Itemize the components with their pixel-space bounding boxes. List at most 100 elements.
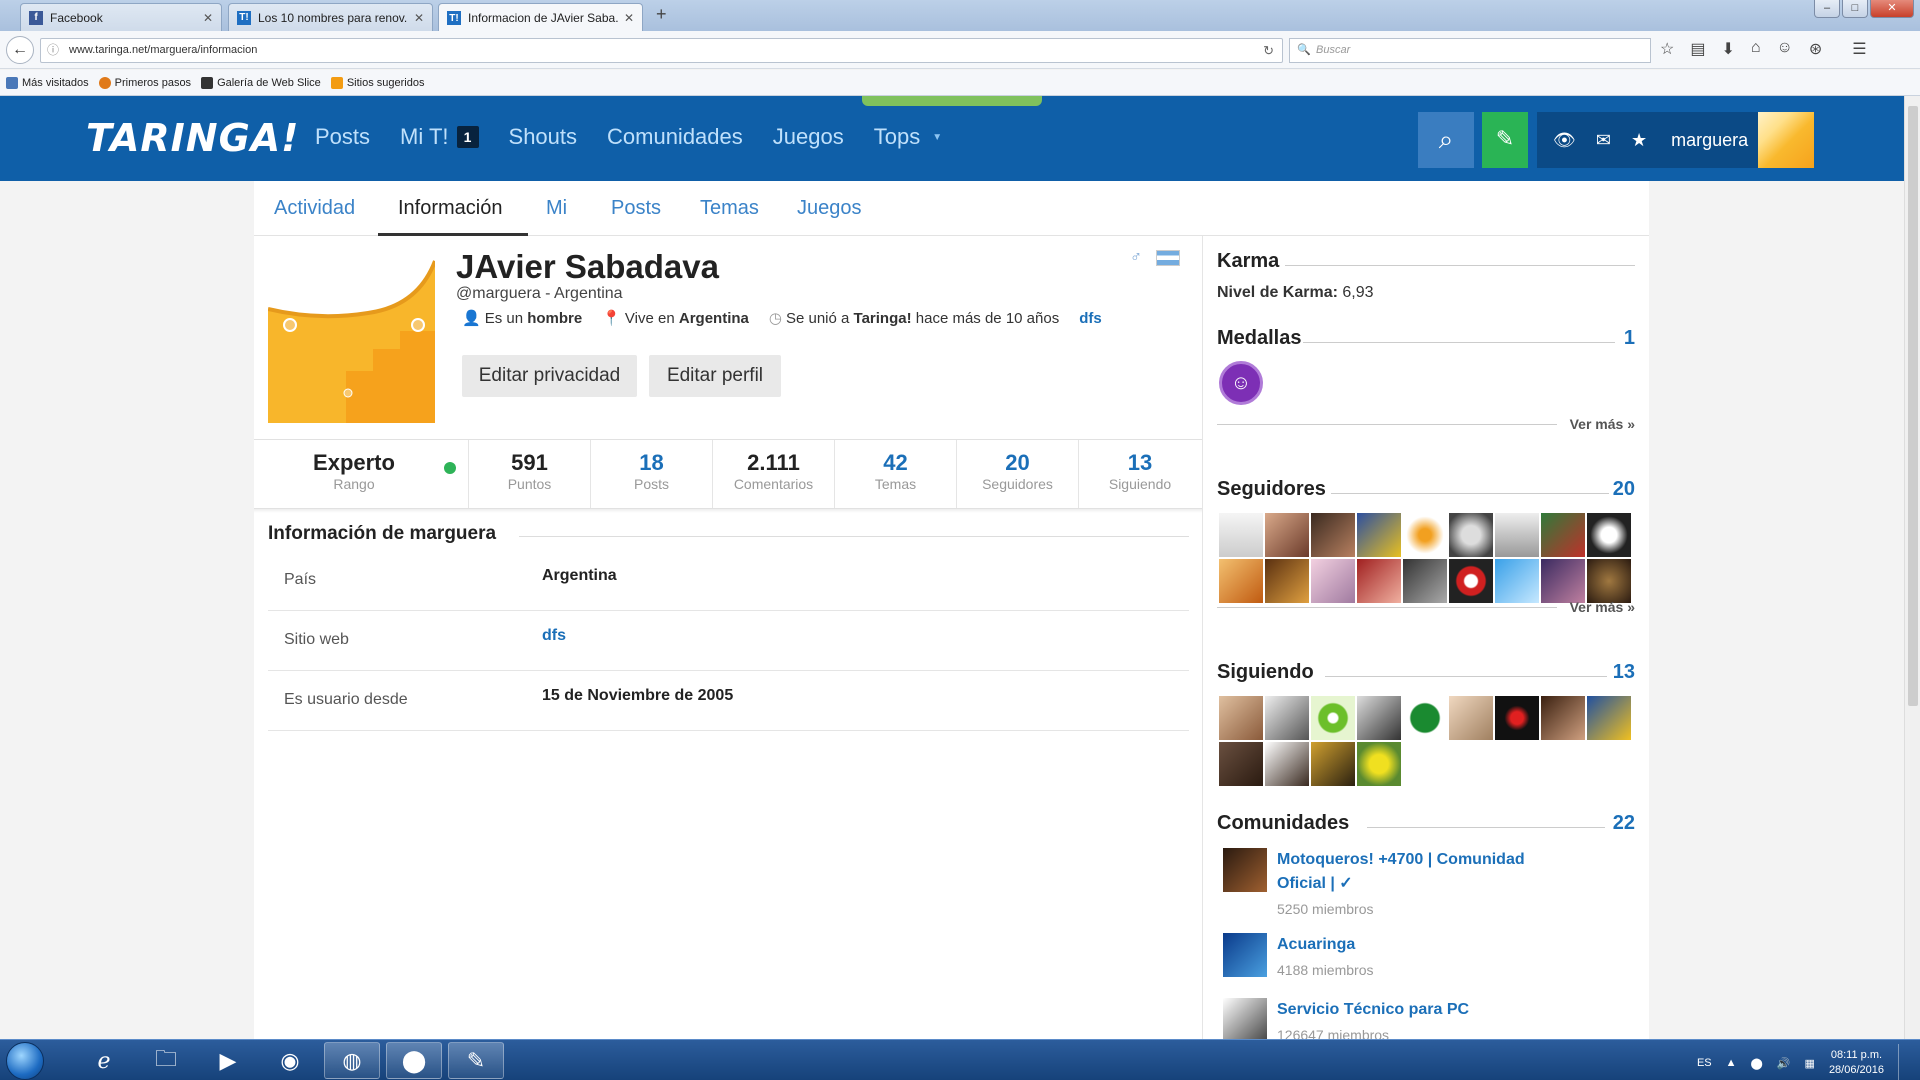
site-search-button[interactable]: ⌕ (1418, 112, 1474, 168)
maps-app-icon[interactable]: ⬤ (386, 1042, 442, 1079)
tab-posts[interactable]: Posts (611, 197, 661, 220)
follower-avatar[interactable] (1587, 559, 1631, 603)
tab-taringa-informacion[interactable]: T! Informacion de JAvier Saba... ✕ (438, 3, 643, 32)
header-username[interactable]: marguera (1671, 130, 1748, 151)
following-avatar[interactable] (1587, 696, 1631, 740)
follower-avatar[interactable] (1495, 559, 1539, 603)
nav-posts[interactable]: Posts (315, 124, 370, 150)
communities-count[interactable]: 22 (1613, 812, 1635, 835)
tab-juegos[interactable]: Juegos (797, 197, 862, 220)
media-player-icon[interactable]: ▶ (200, 1042, 256, 1079)
follower-avatar[interactable] (1219, 559, 1263, 603)
community-item[interactable]: Servicio Técnico para PC 126647 miembros (1223, 998, 1635, 1039)
language-indicator[interactable]: ES (1697, 1057, 1712, 1069)
nav-mi-t[interactable]: Mi T! 1 (400, 124, 479, 150)
close-tab-icon[interactable]: ✕ (203, 11, 213, 25)
stat-posts[interactable]: 18 Posts (591, 440, 713, 508)
community-name[interactable]: Servicio Técnico para PC (1277, 998, 1577, 1022)
start-button[interactable] (6, 1042, 44, 1080)
following-avatar[interactable] (1311, 742, 1355, 786)
network-icon[interactable]: ▦ (1805, 1057, 1815, 1070)
follower-avatar[interactable] (1265, 513, 1309, 557)
info-value-link[interactable]: dfs (542, 627, 566, 645)
paint-icon[interactable]: ✎ (448, 1042, 504, 1079)
close-window-button[interactable]: ✕ (1870, 0, 1914, 18)
star-icon[interactable]: ★ (1631, 130, 1647, 151)
bookmark-mas-visitados[interactable]: Más visitados (6, 76, 89, 89)
profile-web-link[interactable]: dfs (1079, 310, 1102, 327)
bookmarks-list-icon[interactable]: ▤ (1690, 39, 1705, 59)
following-avatar[interactable] (1403, 696, 1447, 740)
follower-avatar[interactable] (1587, 513, 1631, 557)
browser-search-input[interactable]: 🔍 Buscar (1289, 38, 1651, 63)
follower-avatar[interactable] (1403, 513, 1447, 557)
menu-icon[interactable]: ☰ (1852, 39, 1866, 59)
community-item[interactable]: Motoqueros! +4700 | Comunidad Oficial | … (1223, 848, 1635, 926)
edit-profile-button[interactable]: Editar perfil (649, 355, 781, 397)
bookmark-primeros-pasos[interactable]: Primeros pasos (98, 76, 191, 89)
tab-mi[interactable]: Mi (546, 197, 567, 220)
nav-comunidades[interactable]: Comunidades (607, 124, 743, 150)
back-button[interactable]: ← (6, 36, 34, 64)
close-tab-icon[interactable]: ✕ (414, 11, 424, 25)
chrome-icon[interactable]: ◉ (262, 1042, 318, 1079)
mail-icon[interactable]: ✉ (1596, 130, 1611, 151)
follower-avatar[interactable] (1495, 513, 1539, 557)
vertical-scrollbar[interactable] (1904, 96, 1920, 1039)
following-avatar[interactable] (1541, 696, 1585, 740)
medal-icon[interactable]: ☺ (1219, 361, 1263, 405)
tab-temas[interactable]: Temas (700, 197, 759, 220)
stat-seguidores[interactable]: 20 Seguidores (957, 440, 1079, 508)
follower-avatar[interactable] (1265, 559, 1309, 603)
follower-avatar[interactable] (1219, 513, 1263, 557)
stat-siguiendo[interactable]: 13 Siguiendo (1079, 440, 1201, 508)
following-avatar[interactable] (1265, 696, 1309, 740)
tab-informacion[interactable]: Información (398, 197, 503, 220)
adblock-icon[interactable]: ⊛ (1809, 39, 1822, 59)
firefox-icon[interactable]: ◍ (324, 1042, 380, 1079)
following-avatar[interactable] (1449, 696, 1493, 740)
bookmark-web-slice[interactable]: Galería de Web Slice (201, 76, 321, 89)
internet-explorer-icon[interactable]: ℯ (76, 1042, 132, 1079)
follower-avatar[interactable] (1357, 559, 1401, 603)
followers-ver-mas-link[interactable]: Ver más » (1570, 599, 1635, 615)
tab-actividad[interactable]: Actividad (274, 197, 355, 220)
maximize-button[interactable]: □ (1842, 0, 1868, 18)
medals-count[interactable]: 1 (1624, 327, 1635, 350)
file-explorer-icon[interactable]: 🗀 (138, 1042, 194, 1079)
scrollbar-thumb[interactable] (1908, 106, 1918, 706)
follower-avatar[interactable] (1449, 513, 1493, 557)
following-avatar[interactable] (1357, 696, 1401, 740)
new-tab-button[interactable]: + (656, 4, 667, 25)
minimize-button[interactable]: – (1814, 0, 1840, 18)
follower-avatar[interactable] (1541, 559, 1585, 603)
following-avatar[interactable] (1219, 742, 1263, 786)
show-desktop-button[interactable] (1898, 1044, 1910, 1080)
nav-tops[interactable]: Tops ▼ (874, 124, 942, 150)
follower-avatar[interactable] (1311, 513, 1355, 557)
show-hidden-icons-icon[interactable]: ▲ (1726, 1057, 1737, 1069)
taskbar-clock[interactable]: 08:11 p.m. 28/06/2016 (1829, 1048, 1884, 1078)
community-name[interactable]: Acuaringa (1277, 933, 1577, 957)
following-avatar[interactable] (1357, 742, 1401, 786)
info-icon[interactable]: ⓘ (47, 39, 59, 62)
follower-avatar[interactable] (1541, 513, 1585, 557)
following-avatar[interactable] (1219, 696, 1263, 740)
nav-shouts[interactable]: Shouts (509, 124, 578, 150)
followers-count[interactable]: 20 (1613, 478, 1635, 501)
url-bar[interactable]: ⓘ www.taringa.net/marguera/informacion ↻ (40, 38, 1283, 63)
bookmark-sitios-sugeridos[interactable]: Sitios sugeridos (330, 76, 424, 89)
following-avatar[interactable] (1311, 696, 1355, 740)
following-count[interactable]: 13 (1613, 661, 1635, 684)
reload-icon[interactable]: ↻ (1263, 39, 1274, 62)
tab-facebook[interactable]: f Facebook ✕ (20, 3, 222, 31)
header-avatar[interactable] (1758, 112, 1814, 168)
medals-ver-mas-link[interactable]: Ver más » (1570, 416, 1635, 432)
taringa-logo[interactable]: TARINGA! (86, 116, 300, 160)
following-avatar[interactable] (1495, 696, 1539, 740)
tab-taringa-nombres[interactable]: T! Los 10 nombres para renov... ✕ (228, 3, 433, 31)
edit-privacy-button[interactable]: Editar privacidad (462, 355, 637, 397)
follower-avatar[interactable] (1357, 513, 1401, 557)
close-tab-icon[interactable]: ✕ (624, 11, 634, 25)
community-name[interactable]: Motoqueros! +4700 | Comunidad Oficial | … (1277, 848, 1577, 896)
